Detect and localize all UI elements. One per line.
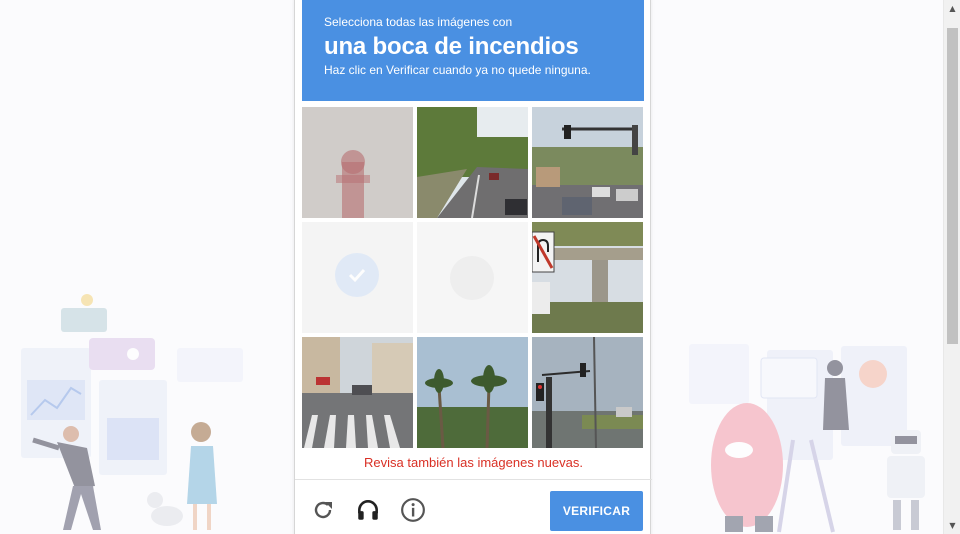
image-tile-hydrant[interactable]: [302, 107, 413, 218]
instruction-text: Selecciona todas las imágenes con: [324, 15, 513, 29]
target-object-label: una boca de incendios: [324, 33, 579, 60]
reload-icon[interactable]: [308, 495, 338, 525]
image-tile-palms[interactable]: [417, 337, 528, 448]
background-illustration-left: [15, 290, 255, 534]
scroll-up-icon[interactable]: ▲: [944, 0, 960, 17]
headphones-icon[interactable]: [353, 495, 383, 525]
page-scrollbar[interactable]: ▲ ▼: [943, 0, 960, 534]
image-tile-intersection[interactable]: [532, 107, 643, 218]
image-tile-faded[interactable]: [417, 222, 528, 333]
image-tile-selected[interactable]: [302, 222, 413, 333]
captcha-widget: Selecciona todas las imágenes con una bo…: [294, 0, 652, 534]
instruction-subtext: Haz clic en Verificar cuando ya no quede…: [324, 63, 591, 77]
checkmark-icon: [335, 253, 379, 297]
scrollbar-thumb[interactable]: [947, 28, 958, 344]
captcha-footer: VERIFICAR: [295, 479, 652, 534]
captcha-header: Selecciona todas las imágenes con una bo…: [302, 0, 644, 101]
error-message: Revisa también las imágenes nuevas.: [364, 455, 583, 470]
image-tile-overpass[interactable]: [532, 222, 643, 333]
scroll-down-icon[interactable]: ▼: [944, 517, 960, 534]
verify-button[interactable]: VERIFICAR: [550, 491, 643, 531]
image-tile-crosswalk[interactable]: [302, 337, 413, 448]
image-grid: [302, 107, 644, 448]
image-tile-road[interactable]: [417, 107, 528, 218]
background-illustration-right: [685, 340, 940, 534]
info-icon[interactable]: [398, 495, 428, 525]
image-tile-traffic-light[interactable]: [532, 337, 643, 448]
